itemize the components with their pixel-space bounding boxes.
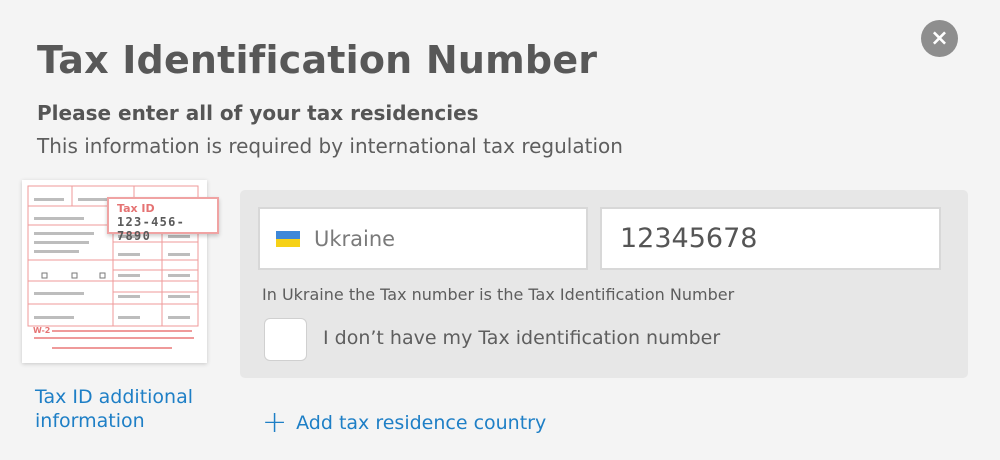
ukraine-flag-icon xyxy=(276,230,300,247)
close-button[interactable]: × xyxy=(921,20,958,57)
taxid-callout-title: Tax ID xyxy=(117,202,155,215)
taxid-callout-value: 123-456-7890 xyxy=(117,215,186,243)
plus-icon: + xyxy=(262,405,288,440)
tax-number-input[interactable] xyxy=(600,207,941,270)
no-tin-checkbox[interactable] xyxy=(264,318,307,361)
country-select-value: Ukraine xyxy=(314,226,396,251)
tax-id-info-link[interactable]: Tax ID additional information xyxy=(35,385,205,433)
modal-subtitle: Please enter all of your tax residencies xyxy=(37,101,479,125)
add-country-button[interactable]: + Add tax residence country xyxy=(262,405,547,440)
modal-title: Tax Identification Number xyxy=(37,38,598,82)
w2-form-name: W-2 xyxy=(33,326,50,335)
tax-number-hint: In Ukraine the Tax number is the Tax Ide… xyxy=(262,285,735,304)
add-country-label: Add tax residence country xyxy=(296,412,547,434)
no-tin-label[interactable]: I don’t have my Tax identification numbe… xyxy=(323,327,720,349)
country-select[interactable]: Ukraine xyxy=(258,207,588,270)
taxid-callout: Tax ID 123-456-7890 xyxy=(107,197,219,243)
modal-description: This information is required by internat… xyxy=(37,134,623,158)
close-icon: × xyxy=(930,25,949,51)
